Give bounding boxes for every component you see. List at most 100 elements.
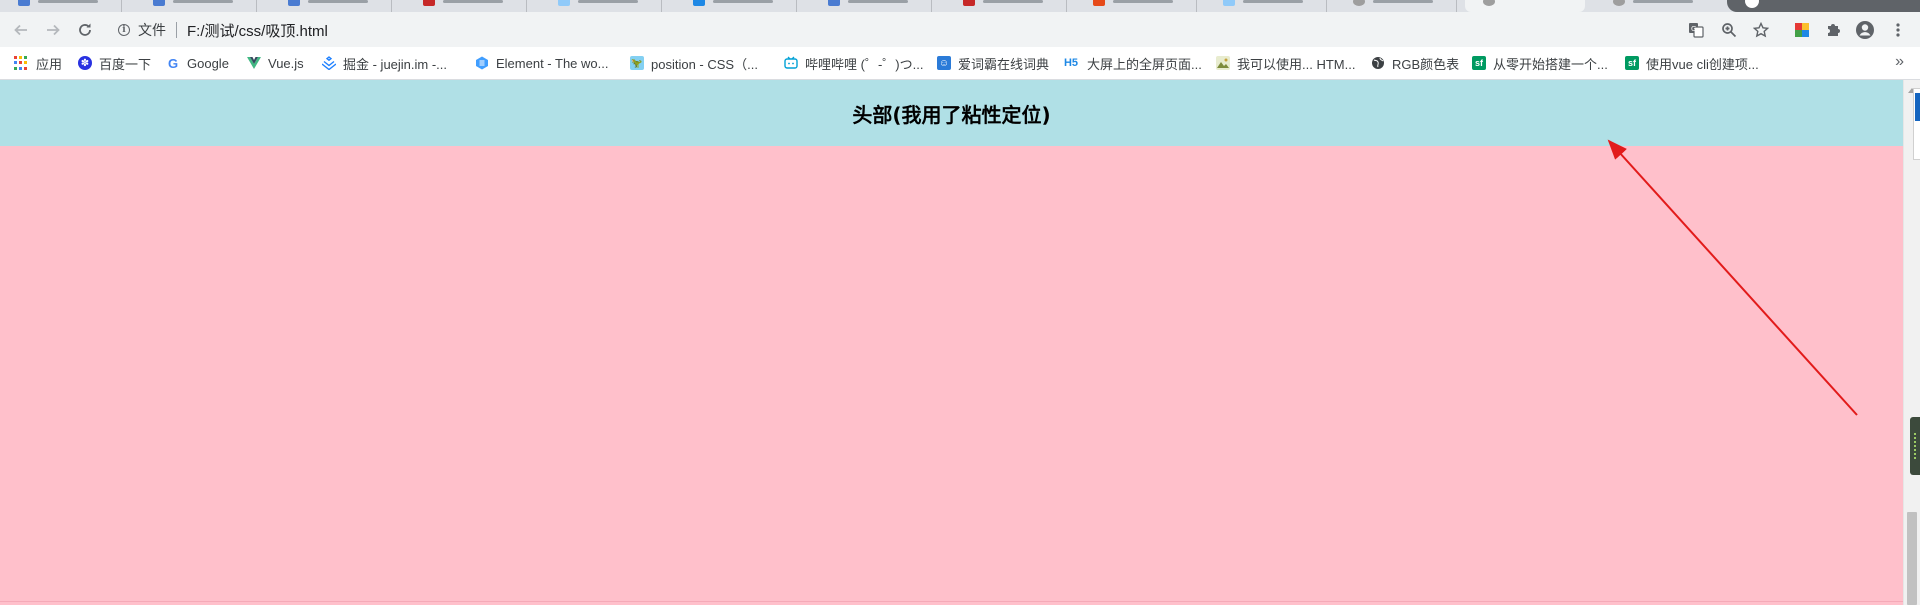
more-bookmarks-chevron-icon[interactable]: » xyxy=(1895,53,1904,71)
tab[interactable] xyxy=(945,0,1067,12)
tab-title xyxy=(1373,0,1433,3)
bookmark-label: 掘金 - juejin.im -... xyxy=(343,56,448,72)
tab[interactable] xyxy=(135,0,257,12)
tab-favicon-icon xyxy=(423,0,435,6)
bookmark-vue[interactable]: Vue.js xyxy=(247,54,304,72)
tab-title xyxy=(308,0,368,3)
tab-favicon-icon xyxy=(18,0,30,6)
page-content-area xyxy=(0,146,1903,605)
vue-logo-icon xyxy=(247,57,261,69)
back-button[interactable] xyxy=(8,17,34,43)
tab-favicon-icon xyxy=(1483,0,1495,6)
puzzle-icon xyxy=(1828,24,1840,36)
reload-button[interactable] xyxy=(72,17,98,43)
tab-title xyxy=(1243,0,1303,3)
h5-logo-icon: H5 xyxy=(1063,57,1079,69)
content-bottom-line xyxy=(0,601,1903,602)
reload-icon xyxy=(79,23,91,36)
bookmark-iciba[interactable]: ☺ 爱词霸在线词典 xyxy=(937,54,1049,72)
header-title: 头部(我用了粘性定位) xyxy=(852,102,1051,127)
bookmark-sf-vue-cli[interactable]: sf 使用vue cli创建项... xyxy=(1625,54,1759,72)
bookmark-label: Vue.js xyxy=(268,55,304,71)
bookmark-label: 使用vue cli创建项... xyxy=(1646,56,1759,72)
bookmark-fullscreen-page[interactable]: H5 大屏上的全屏页面... xyxy=(1062,54,1202,72)
tab-favicon-icon xyxy=(1093,0,1105,6)
tab[interactable] xyxy=(270,0,392,12)
tab[interactable] xyxy=(540,0,662,12)
arrow-left-icon xyxy=(14,24,27,36)
apps-grid-icon xyxy=(14,56,28,70)
tab[interactable] xyxy=(1205,0,1327,12)
color-extension-icon xyxy=(1795,23,1809,37)
bookmark-caniuse[interactable]: 我可以使用... HTM... xyxy=(1216,54,1355,72)
sticky-header: 头部(我用了粘性定位) xyxy=(0,80,1903,146)
tab-favicon-icon xyxy=(558,0,570,6)
security-chip-label[interactable]: 文件 xyxy=(138,20,166,40)
url-text[interactable]: F:/测试/css/吸顶.html xyxy=(187,20,328,41)
tab-title xyxy=(848,0,908,3)
translate-button[interactable]: G xyxy=(1683,17,1709,43)
menu-button[interactable] xyxy=(1885,17,1911,43)
tab-title xyxy=(1113,0,1173,3)
bookmark-apps[interactable]: 应用 xyxy=(14,54,62,72)
scroll-thumb[interactable] xyxy=(1907,512,1917,605)
zoom-button[interactable] xyxy=(1716,17,1742,43)
tab-active[interactable] xyxy=(1465,0,1585,12)
bookmark-label: Element - The wo... xyxy=(496,55,609,71)
tab-favicon-icon xyxy=(1223,0,1235,6)
browser-toolbar: i 文件 F:/测试/css/吸顶.html G xyxy=(0,12,1920,47)
extension-button[interactable] xyxy=(1789,17,1815,43)
bookmark-sf-setup[interactable]: sf 从零开始搭建一个... xyxy=(1472,54,1608,72)
tab-title xyxy=(578,0,638,3)
bookmark-label: 从零开始搭建一个... xyxy=(1493,56,1608,72)
bookmark-mdn-position[interactable]: 🦖 position - CSS（... xyxy=(630,54,758,72)
tab[interactable] xyxy=(405,0,527,12)
tab[interactable] xyxy=(1335,0,1457,12)
mdn-logo-icon: 🦖 xyxy=(630,56,644,70)
juejin-logo-icon xyxy=(322,56,336,70)
tab[interactable] xyxy=(1075,0,1197,12)
bookmark-label: 我可以使用... HTM... xyxy=(1237,56,1356,72)
element-logo-icon xyxy=(476,56,488,70)
profile-chip[interactable] xyxy=(1727,0,1920,12)
tab[interactable] xyxy=(675,0,797,12)
tab-favicon-icon xyxy=(693,0,705,6)
sf-logo-icon: sf xyxy=(1472,56,1486,70)
bookmark-juejin[interactable]: 掘金 - juejin.im -... xyxy=(322,54,447,72)
side-panel-handle[interactable] xyxy=(1910,417,1920,475)
bookmark-baidu[interactable]: ✽ 百度一下 xyxy=(78,54,151,72)
caniuse-image-icon xyxy=(1216,56,1230,70)
tab-favicon-icon xyxy=(1353,0,1365,6)
bookmark-google[interactable]: G Google xyxy=(166,54,229,72)
bookmark-label: position - CSS（... xyxy=(651,56,758,72)
bookmark-element[interactable]: Element - The wo... xyxy=(475,54,608,72)
baidu-paw-icon: ✽ xyxy=(78,56,92,70)
bookmarks-bar: 应用 ✽ 百度一下 G Google Vue.js 掘金 - juejin.im… xyxy=(0,47,1920,80)
tab-favicon-icon xyxy=(963,0,975,6)
side-widget[interactable] xyxy=(1913,88,1920,160)
extensions-menu-button[interactable] xyxy=(1820,17,1846,43)
tab-strip xyxy=(0,0,1920,12)
account-circle-icon xyxy=(1856,21,1874,39)
profile-button[interactable] xyxy=(1852,17,1878,43)
zoom-icon xyxy=(1722,23,1737,38)
globe-icon xyxy=(1372,57,1384,69)
info-icon[interactable]: i xyxy=(118,24,130,36)
forward-button[interactable] xyxy=(40,17,66,43)
tab-title xyxy=(38,0,98,3)
google-g-icon: G xyxy=(167,55,179,71)
tab[interactable] xyxy=(0,0,122,12)
bookmark-star-button[interactable] xyxy=(1748,17,1774,43)
bookmark-label: 大屏上的全屏页面... xyxy=(1087,56,1202,72)
tab[interactable] xyxy=(810,0,932,12)
bookmark-label: RGB颜色表 xyxy=(1392,56,1460,72)
tab-favicon-icon xyxy=(288,0,300,6)
bookmark-label: 应用 xyxy=(36,56,63,72)
tab[interactable] xyxy=(1595,0,1717,12)
bookmark-label: 哔哩哔哩 (゜-゜)つ... xyxy=(805,56,924,72)
address-bar[interactable]: i 文件 F:/测试/css/吸顶.html xyxy=(108,16,1765,44)
bookmark-rgb-table[interactable]: RGB颜色表 xyxy=(1371,54,1459,72)
tab-title xyxy=(713,0,773,3)
bookmark-bilibili[interactable]: 哔哩哔哩 (゜-゜)つ... xyxy=(784,54,923,72)
iciba-logo-icon: ☺ xyxy=(937,56,951,70)
